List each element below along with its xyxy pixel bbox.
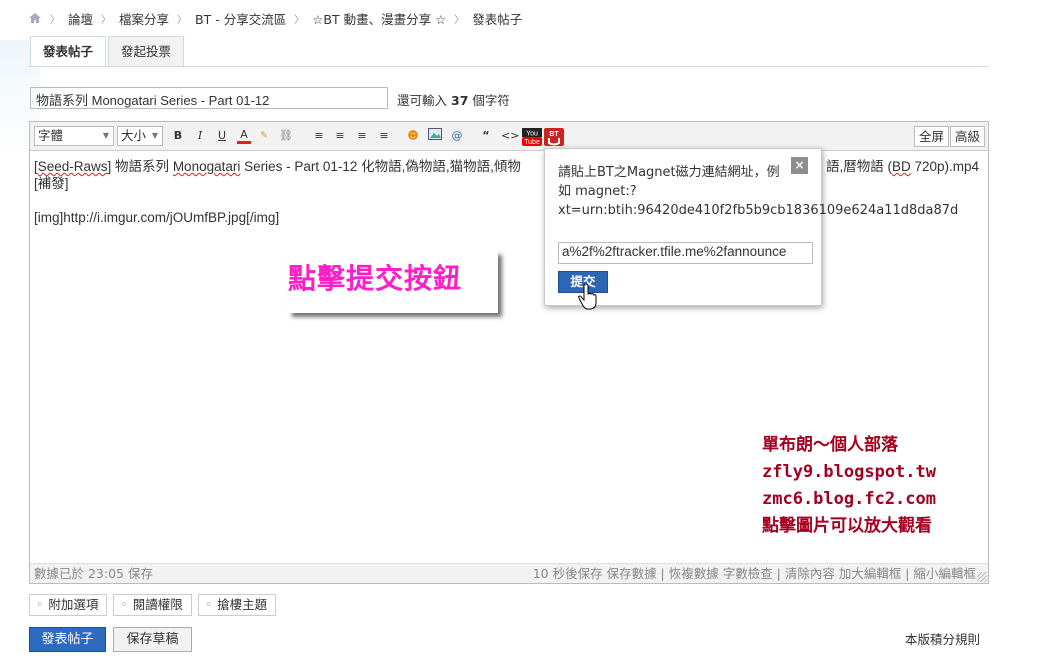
chevron-right-icon: 〉 — [294, 14, 305, 26]
advanced-button[interactable]: 高級 — [950, 126, 986, 147]
annotation-callout: 點擊提交按鈕 — [288, 251, 498, 313]
bold-icon[interactable]: B — [171, 128, 185, 144]
submit-post-button[interactable]: 發表帖子 — [29, 627, 106, 652]
breadcrumb: 〉 論壇 〉 檔案分享 〉 BT - 分享交流區 〉 ☆BT 動畫、漫畫分享 ☆… — [28, 8, 522, 28]
content-line-2: [補發] — [34, 176, 69, 191]
bt-magnet-icon[interactable]: BT — [544, 128, 564, 146]
size-select-label: 大小 — [121, 128, 147, 143]
content-line1-c: Series - Part 01-12 化物語,偽物語,猫物語,傾物 — [240, 159, 521, 174]
subject-input[interactable]: 物語系列 Monogatari Series - Part 01-12 — [30, 87, 388, 109]
editor-statusbar: 數據已於 23:05 保存 10 秒後保存 保存數據 | 恢複數據 字數檢查 |… — [30, 563, 988, 583]
font-select[interactable]: 字體 ▼ — [34, 126, 114, 146]
highlight-icon[interactable]: ✎ — [257, 128, 271, 144]
content-tail-b: BD — [892, 159, 911, 174]
tab-divider — [28, 66, 989, 67]
font-select-label: 字體 — [38, 128, 64, 143]
hand-cursor-icon — [578, 283, 598, 310]
remaining-count: 37 — [451, 93, 469, 108]
chevron-down-icon: ▼ — [151, 131, 158, 140]
chevron-down-icon: ▼ — [102, 131, 109, 140]
breadcrumb-item-bt-anime[interactable]: ☆BT 動畫、漫畫分享 ☆ — [312, 9, 446, 28]
chevron-right-icon: 〉 — [50, 14, 60, 26]
breadcrumb-item-file-share[interactable]: 檔案分享 — [119, 9, 169, 28]
content-line1-b: Monogatari — [172, 159, 241, 174]
align-left-icon[interactable]: ≡ — [312, 128, 326, 144]
underline-icon[interactable]: U — [215, 128, 229, 144]
remaining-prefix: 還可輸入 — [397, 93, 448, 108]
content-seed-tag: Seed-Raws — [37, 159, 108, 174]
post-type-tabs: 發表帖子 發起投票 — [30, 36, 186, 67]
blog-line-3: zmc6.blog.fc2.com — [762, 489, 936, 509]
align-center-icon[interactable]: ≡ — [333, 128, 347, 144]
autosave-status: 數據已於 23:05 保存 — [34, 566, 153, 581]
option-attachments[interactable]: 附加選項 — [29, 594, 108, 616]
credit-rules-link[interactable]: 本版積分規則 — [905, 629, 980, 648]
font-color-icon[interactable]: A — [237, 128, 251, 144]
post-options: 附加選項 閱讀權限 搶樓主題 — [29, 594, 282, 616]
chevron-right-icon: 〉 — [177, 14, 188, 26]
popup-message: 請貼上BT之Magnet磁力連結網址，例如 magnet:?xt=urn:bti… — [558, 165, 959, 218]
align-justify-icon[interactable]: ≡ — [377, 128, 391, 144]
content-line1-tail: 語,暦物語 (BD 720p).mp4 — [826, 158, 979, 175]
blog-watermark: 單布朗～個人部落 zfly9.blogspot.tw zmc6.blog.fc2… — [762, 432, 936, 540]
annotation-text: 點擊提交按鈕 — [288, 262, 463, 295]
blog-line-4: 點擊圖片可以放大觀看 — [762, 516, 932, 536]
at-icon[interactable]: @ — [450, 128, 464, 144]
youtube-icon[interactable]: You Tube — [522, 128, 542, 146]
image-icon[interactable] — [428, 128, 442, 144]
italic-icon[interactable]: I — [193, 128, 207, 144]
close-icon[interactable]: × — [791, 157, 808, 174]
subject-remaining-counter: 還可輸入 37 個字符 — [397, 90, 510, 109]
breadcrumb-item-forum[interactable]: 論壇 — [68, 9, 93, 28]
content-line-1: [Seed-Raws] 物語系列 Monogatari Series - Par… — [34, 158, 980, 175]
home-icon[interactable] — [28, 12, 42, 24]
option-read-permission[interactable]: 閱讀權限 — [113, 594, 192, 616]
content-tail-a: 語,暦物語 ( — [826, 159, 892, 174]
resize-grip-icon[interactable] — [977, 572, 987, 582]
magnet-url-input[interactable]: a%2f%2ftracker.tfile.me%2fannounce — [558, 242, 813, 264]
tab-new-post[interactable]: 發表帖子 — [30, 36, 107, 67]
magnet-link-popup: 請貼上BT之Magnet磁力連結網址，例如 magnet:?xt=urn:bti… — [544, 148, 959, 306]
content-tail-c: 720p).mp4 — [910, 159, 980, 174]
svg-text:You: You — [526, 131, 538, 138]
remaining-suffix: 個字符 — [472, 93, 510, 108]
svg-text:BT: BT — [549, 131, 559, 138]
chevron-right-icon: 〉 — [454, 14, 465, 26]
align-right-icon[interactable]: ≡ — [355, 128, 369, 144]
blog-line-2: zfly9.blogspot.tw — [762, 462, 936, 482]
chevron-right-icon: 〉 — [101, 14, 112, 26]
svg-text:Tube: Tube — [524, 139, 540, 146]
breadcrumb-item-bt-area[interactable]: BT - 分享交流區 — [195, 9, 286, 28]
breadcrumb-item-new-post: 發表帖子 — [472, 11, 523, 27]
fullscreen-button[interactable]: 全屏 — [914, 126, 950, 147]
size-select[interactable]: 大小 ▼ — [117, 126, 163, 146]
content-line1-a: ] 物語系列 — [107, 159, 173, 174]
smiley-icon[interactable]: ☻ — [406, 128, 420, 144]
save-draft-button[interactable]: 保存草稿 — [113, 627, 192, 652]
editor-actions[interactable]: 10 秒後保存 保存數據 | 恢複數據 字數檢查 | 清除內容 加大編輯框 | … — [533, 564, 976, 583]
option-floor-grab[interactable]: 搶樓主題 — [197, 594, 277, 616]
blog-line-1: 單布朗～個人部落 — [762, 435, 898, 455]
link-icon[interactable]: ⛓ — [279, 128, 293, 144]
tab-new-poll[interactable]: 發起投票 — [108, 36, 185, 66]
code-icon[interactable]: <> — [501, 128, 519, 144]
editor-toolbar: 字體 ▼ 大小 ▼ B I U A ✎ ⛓ ≡ ≡ ≡ ≡ ☻ @ “ <> Y… — [30, 122, 988, 151]
quote-icon[interactable]: “ — [479, 128, 493, 144]
